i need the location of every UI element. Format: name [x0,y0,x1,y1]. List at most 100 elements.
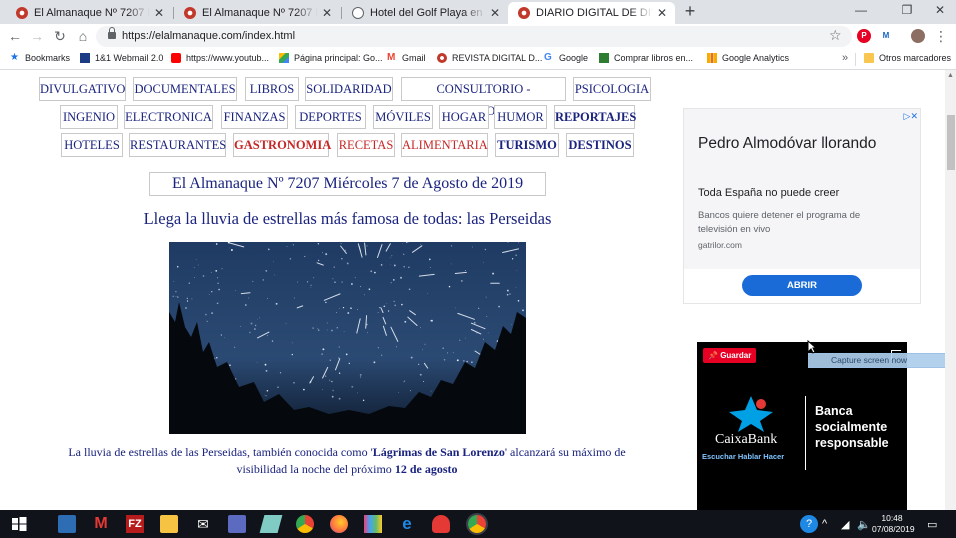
tab-strip: El Almanaque Nº 7207 Miércoles ✕ El Alma… [0,0,956,24]
nav-recetas[interactable]: RECETAS [337,133,395,157]
nav-psicologia[interactable]: PSICOLOGIA [573,77,651,101]
close-window-icon[interactable]: ✕ [925,3,955,17]
store-icon[interactable] [58,515,76,533]
nav-consultorio-emocional[interactable]: CONSULTORIO - EMOCIONAL [401,77,566,118]
bookmark-item[interactable]: Página principal: Go... [279,53,383,63]
menu-icon[interactable]: ⋮ [932,27,950,45]
nav-solidaridad[interactable]: SOLIDARIDAD [305,77,393,101]
firefox-icon[interactable] [330,515,348,533]
nav-divulgativo[interactable]: DIVULGATIVO [39,77,126,101]
help-icon[interactable]: ? [800,515,818,533]
close-tab-icon[interactable]: ✕ [152,6,166,20]
tray-expand-icon[interactable]: ^ [822,518,827,530]
lock-icon [108,27,116,41]
pinterest-save-button[interactable]: 📌 Guardar [703,348,757,363]
chrome-active-icon[interactable] [468,515,486,533]
bookmark-item[interactable]: https://www.youtub... [171,53,269,63]
bookmark-item[interactable]: M Gmail [387,52,426,64]
windows-taskbar: M FZ ✉ e ? ^ ◢ 🔈 10:48 07/08/2019 ▭ [0,510,956,538]
bookmark-item[interactable]: Google Analytics [707,53,789,63]
nav-hogar[interactable]: HOGAR [439,105,489,129]
mcafee-icon[interactable]: M [92,515,110,533]
nav-restaurantes[interactable]: RESTAURANTES [129,133,226,157]
nav-hoteles[interactable]: HOTELES [61,133,123,157]
chrome-icon[interactable] [296,515,314,533]
mouse-cursor-icon [807,340,817,354]
reload-icon[interactable]: ↻ [51,27,69,45]
pinterest-extension-icon[interactable]: P [857,29,871,43]
nav-destinos[interactable]: DESTINOS [566,133,634,157]
maximize-icon[interactable]: ❐ [892,3,922,17]
back-icon[interactable]: ← [6,27,24,45]
star-icon: ★ [10,52,19,63]
nav-libros[interactable]: LIBROS [245,77,299,101]
nav-deportes[interactable]: DEPORTES [295,105,366,129]
ad-title[interactable]: Pedro Almodóvar llorando [698,133,898,154]
bookmark-item[interactable]: 1&1 Webmail 2.0 [80,53,163,63]
new-tab-button[interactable]: + [680,2,700,21]
notes-app-icon[interactable] [259,515,283,533]
article-headline[interactable]: Llega la lluvia de estrellas más famosa … [70,209,625,229]
notifications-icon[interactable]: ▭ [927,518,937,531]
ad-open-button[interactable]: ABRIR [742,275,862,296]
book-icon [599,53,609,63]
nav-turismo[interactable]: TURISMO [495,133,559,157]
other-bookmarks-folder[interactable]: Otros marcadores [864,53,951,63]
tab-title: El Almanaque Nº 7207 Miércoles [34,7,150,19]
nav-alimentaria[interactable]: ALIMENTARIA [401,133,488,157]
bookmarks-overflow-button[interactable]: » [842,52,848,64]
bookmark-label: REVISTA DIGITAL D... [452,53,543,63]
tab-1[interactable]: El Almanaque Nº 7207 Miércoles ✕ [6,2,172,24]
page-scrollbar[interactable]: ▲ [945,70,956,510]
address-bar[interactable]: https://elalmanaque.com/index.html [96,26,852,47]
bookmark-star-icon[interactable]: ☆ [829,27,842,44]
nav-reportajes[interactable]: REPORTAJES [554,105,636,129]
gmail-icon: M [387,52,396,63]
close-tab-icon[interactable]: ✕ [655,6,669,20]
nav-electronica[interactable]: ELECTRONICA [124,105,213,129]
filezilla-icon[interactable]: FZ [126,515,144,533]
app-icon[interactable] [432,515,450,533]
mail-app-icon[interactable]: ✉ [194,515,212,533]
app-icon[interactable] [228,515,246,533]
url-text[interactable]: https://elalmanaque.com/index.html [122,30,295,42]
bookmark-item[interactable]: Comprar libros en... [599,53,693,63]
tab-2[interactable]: El Almanaque Nº 7207 Miércoles ✕ [174,2,340,24]
nav-humor[interactable]: HUMOR [494,105,547,129]
close-tab-icon[interactable]: ✕ [320,6,334,20]
capture-screen-tooltip[interactable]: Capture screen now [808,353,945,368]
edge-icon[interactable]: e [398,515,416,533]
file-explorer-icon[interactable] [160,515,178,533]
youtube-icon [171,53,181,63]
windows-start-icon[interactable] [10,515,28,533]
nav-documentales[interactable]: DOCUMENTALES [133,77,237,101]
scroll-thumb[interactable] [947,115,955,170]
close-tab-icon[interactable]: ✕ [488,6,502,20]
minimize-icon[interactable]: — [846,3,876,17]
bookmark-item[interactable]: G Google [544,53,588,64]
tab-3[interactable]: Hotel del Golf Playa en El Grao de ✕ [342,2,508,24]
app-icon[interactable] [364,515,382,533]
nav-moviles[interactable]: MÓVILES [373,105,433,129]
tab-4-active[interactable]: DIARIO DIGITAL DE DIVULGACIÓN ✕ [508,2,675,24]
advertisement-panel[interactable]: ▷✕ Pedro Almodóvar llorando Toda España … [683,108,921,304]
adchoices-icon[interactable]: ▷✕ [904,111,918,122]
almanaque-icon [184,7,196,19]
pinterest-save-label: Guardar [720,351,752,360]
bookmark-label: 1&1 Webmail 2.0 [95,53,164,63]
network-icon[interactable]: ◢ [841,518,849,531]
almanaque-icon [518,7,530,19]
home-icon[interactable]: ⌂ [74,27,92,45]
extension-icon[interactable]: M [879,29,893,43]
nav-ingenio[interactable]: INGENIO [60,105,118,129]
scroll-up-icon[interactable]: ▲ [947,72,954,79]
forward-icon[interactable]: → [28,27,46,45]
system-clock[interactable]: 10:48 07/08/2019 [872,513,915,535]
volume-icon[interactable]: 🔈 [857,518,871,531]
nav-gastronomia[interactable]: GASTRONOMIA [233,133,331,157]
bookmark-item[interactable]: ★ Bookmarks [10,52,70,64]
tab-title: Hotel del Golf Playa en El Grao de [370,7,486,19]
nav-finanzas[interactable]: FINANZAS [221,105,288,129]
profile-avatar[interactable] [911,29,925,43]
bookmark-item[interactable]: REVISTA DIGITAL D... [437,53,542,63]
